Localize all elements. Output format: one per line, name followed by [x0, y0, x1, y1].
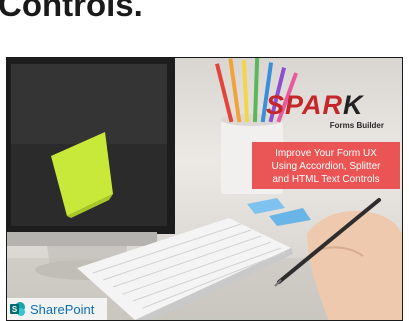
spark-forms-builder-logo: SPARK Forms Builder — [266, 92, 388, 138]
banner-image[interactable]: SPARK Forms Builder Improve Your Form UX… — [6, 57, 403, 321]
sharepoint-badge: S SharePoint — [7, 298, 107, 320]
logo-subtitle: Forms Builder — [329, 121, 384, 130]
promo-line: and HTML Text Controls — [272, 174, 380, 185]
blue-pad-illustration — [247, 198, 285, 214]
promo-text-box: Improve Your Form UX Using Accordion, Sp… — [252, 142, 400, 189]
promo-line: Improve Your Form UX — [275, 148, 377, 159]
logo-word-dark: K — [343, 90, 364, 120]
sharepoint-label: SharePoint — [30, 301, 95, 317]
page: Controls. SPARK Forms Builder Improve Yo… — [0, 0, 409, 321]
page-heading: Controls. — [0, 0, 143, 23]
promo-line: Using Accordion, Splitter — [271, 161, 381, 172]
sharepoint-icon: S — [10, 302, 25, 316]
svg-text:S: S — [12, 305, 18, 314]
logo-word-red: SPAR — [266, 90, 344, 120]
